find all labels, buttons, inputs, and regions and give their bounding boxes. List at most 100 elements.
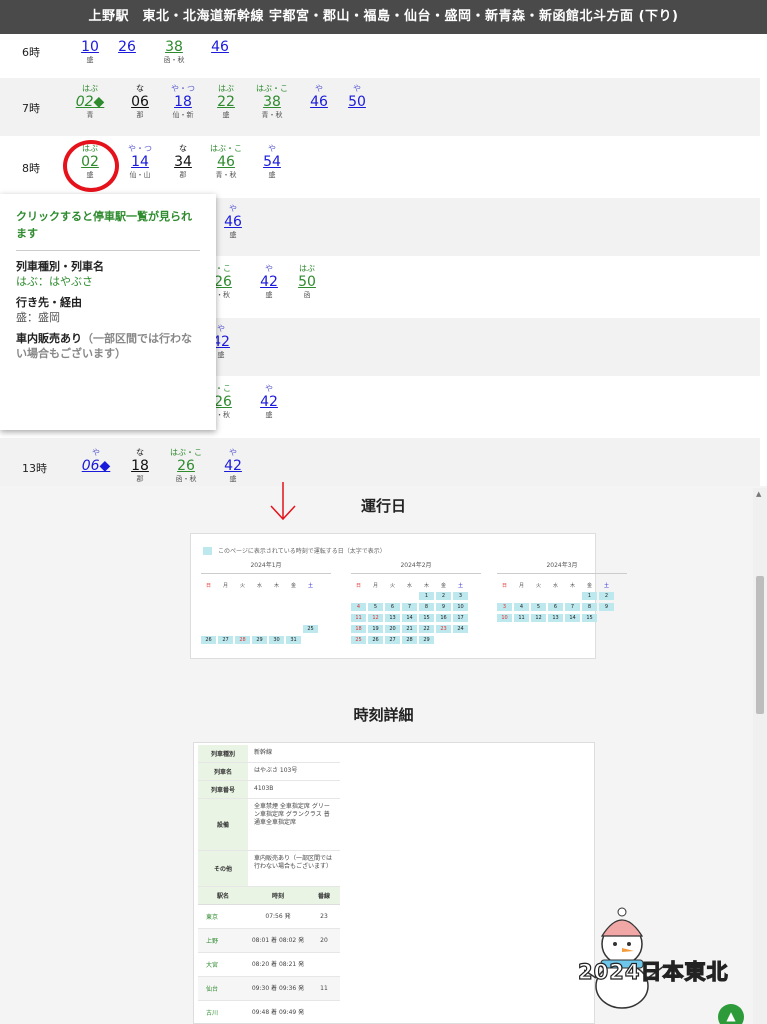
train-minute-text[interactable]: 14: [131, 154, 149, 170]
scroll-up-icon[interactable]: ▲: [756, 490, 761, 498]
weekday-header: 火: [239, 583, 245, 589]
train-minute[interactable]: 42: [241, 393, 297, 411]
train-link[interactable]: や 42 盛: [241, 384, 297, 420]
calendar-day: 3: [453, 592, 468, 600]
detail-row: 列車番号 4103B: [198, 781, 340, 799]
station-row[interactable]: 大宮 08:20 着 08:21 発: [198, 953, 340, 977]
train-minute-text[interactable]: 06: [131, 94, 149, 110]
calendar-day: [286, 625, 301, 633]
detail-value: 新幹線: [254, 749, 273, 756]
train-minute-text[interactable]: 38: [165, 39, 183, 55]
train-link[interactable]: や 50: [329, 84, 385, 120]
train-minute[interactable]: 54: [244, 153, 300, 171]
train-type-label: はぶ: [82, 84, 98, 93]
calendar-day: 6: [548, 603, 563, 611]
train-minute[interactable]: 46: [192, 38, 248, 56]
scroll-top-button[interactable]: ▲: [718, 1004, 744, 1024]
train-minute-text[interactable]: 10: [81, 39, 99, 55]
scroll-thumb[interactable]: [756, 576, 764, 714]
train-minute-text[interactable]: 26: [118, 39, 136, 55]
tooltip-dest-value: 盛：盛岡: [16, 311, 60, 324]
station-name[interactable]: 仙台: [198, 984, 248, 993]
tooltip-type-value: はぶ：はやぶさ: [16, 275, 93, 288]
calendar-day: [235, 603, 250, 611]
calendar-month-title: 2024年3月: [497, 560, 627, 574]
calendar-blank: [201, 592, 216, 600]
train-minute[interactable]: 50: [329, 93, 385, 111]
page-title: 上野駅 東北・北海道新幹線 宇都宮・郡山・福島・仙台・盛岡・新青森・新函館北斗方…: [0, 0, 767, 34]
train-minute-text[interactable]: 38: [263, 94, 281, 110]
legend-text: このページに表示されている時刻で運転する日（太字で表示）: [218, 548, 386, 555]
train-destination: 青: [86, 111, 94, 119]
calendar-day: 2: [436, 592, 451, 600]
calendar-day: [218, 603, 233, 611]
station-row[interactable]: 上野 08:01 着 08:02 発 20: [198, 929, 340, 953]
train-type-label: や: [229, 448, 237, 457]
train-minute-text[interactable]: 06◆: [82, 458, 111, 474]
calendar-day: 12: [531, 614, 546, 622]
train-link[interactable]: 46: [192, 38, 248, 65]
calendar-day: 21: [402, 625, 417, 633]
station-row[interactable]: 古川 09:48 着 09:49 発: [198, 1001, 340, 1024]
train-minute-text[interactable]: 42: [224, 458, 242, 474]
train-minute-text[interactable]: 46: [224, 214, 242, 230]
train-link[interactable]: はぶ 50 函: [279, 264, 335, 300]
scrollbar[interactable]: ▲: [753, 488, 767, 1024]
weekday-header: 火: [535, 583, 541, 589]
calendar-day: 6: [385, 603, 400, 611]
calendar-day: [303, 603, 318, 611]
detail-value: はやぶさ 103号: [254, 767, 298, 774]
train-minute[interactable]: 42: [205, 457, 261, 475]
train-minute-text[interactable]: 42: [260, 394, 278, 410]
train-minute-text[interactable]: 50: [348, 94, 366, 110]
detail-key: 列車名: [198, 763, 248, 780]
train-minute-text[interactable]: 02◆: [76, 94, 105, 110]
train-minute-text[interactable]: 26: [214, 394, 232, 410]
train-minute-text[interactable]: 26: [214, 274, 232, 290]
calendar-day: 4: [351, 603, 366, 611]
train-minute-text[interactable]: 54: [263, 154, 281, 170]
train-minute-text[interactable]: 46: [211, 39, 229, 55]
calendar-month: 2024年3月日月火水木金土 1 2 3 4 5 6 7 8 9 10 11 12 13 14 15: [497, 560, 627, 622]
train-minute-text[interactable]: 18: [174, 94, 192, 110]
station-name[interactable]: 大宮: [198, 960, 248, 969]
train-minute-text[interactable]: 50: [298, 274, 316, 290]
detail-value: 車内販売あり（一部区間では行わない場合もございます）: [254, 855, 333, 870]
station-row[interactable]: 仙台 09:30 着 09:36 発 11: [198, 977, 340, 1001]
page: 上野駅 東北・北海道新幹線 宇都宮・郡山・福島・仙台・盛岡・新青森・新函館北斗方…: [0, 0, 767, 1024]
train-link[interactable]: や 54 盛: [244, 144, 300, 180]
train-minute-text[interactable]: 26: [177, 458, 195, 474]
calendar-grid: 日月火水木金土 1 2 3 4 5 6 7 8 9 10 11 12 13 14 15 16 17 18 19 20 21…: [351, 582, 481, 644]
train-minute-text[interactable]: 42: [260, 274, 278, 290]
calendar-day: 12: [368, 614, 383, 622]
train-minute-text[interactable]: 22: [217, 94, 235, 110]
weekday-header: 日: [501, 583, 507, 589]
calendar-day: 26: [201, 636, 216, 644]
train-minute[interactable]: 02◆: [62, 93, 118, 111]
station-name[interactable]: 東京: [198, 912, 248, 921]
calendar-blank: [514, 592, 529, 600]
station-header: 駅名 時刻 番線: [198, 887, 340, 905]
tooltip-sales: 車内販売あり（一部区間では行わない場合もございます）: [16, 331, 200, 361]
train-minute-text[interactable]: 46: [310, 94, 328, 110]
calendar-month-title: 2024年2月: [351, 560, 481, 574]
weekday-header: 木: [569, 583, 575, 589]
calendar-day: [286, 614, 301, 622]
station-name[interactable]: 上野: [198, 936, 248, 945]
train-minute-text[interactable]: 46: [217, 154, 235, 170]
calendar-day: [201, 614, 216, 622]
station-row[interactable]: 東京 07:56 発 23: [198, 905, 340, 929]
calendar-day: 29: [252, 636, 267, 644]
train-minute-text[interactable]: 18: [131, 458, 149, 474]
train-destination: 盛: [268, 171, 276, 179]
detail-title: 時刻詳細: [353, 706, 414, 724]
train-minute[interactable]: 50: [279, 273, 335, 291]
train-link[interactable]: や 42 盛: [205, 448, 261, 484]
train-link[interactable]: はぶ 02◆ 青: [62, 84, 118, 120]
train-minute-text[interactable]: 34: [174, 154, 192, 170]
calendar-blank: [218, 592, 233, 600]
calendar-day: [269, 592, 284, 600]
station-name[interactable]: 古川: [198, 1008, 248, 1017]
weekday-header: 土: [457, 583, 463, 589]
calendar-blank: [402, 592, 417, 600]
